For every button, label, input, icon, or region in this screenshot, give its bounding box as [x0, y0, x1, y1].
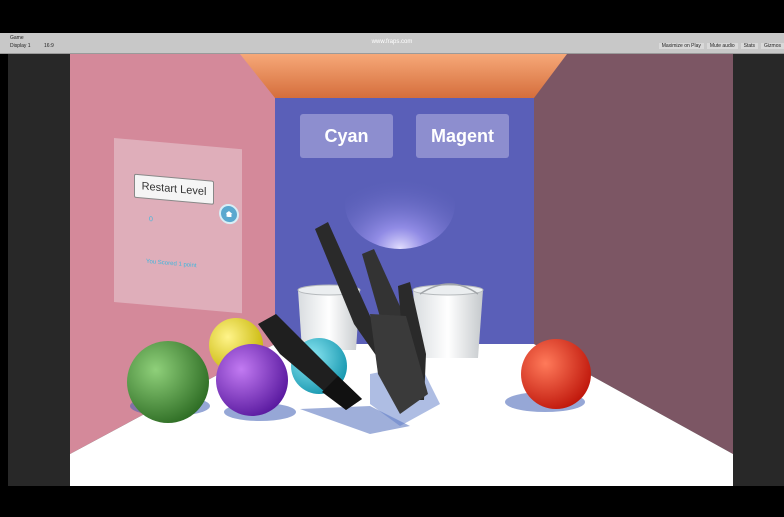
magent-button[interactable]: Magent — [416, 114, 509, 158]
editor-toolbar: Game Display 1 16:9 www.fraps.com Maximi… — [0, 33, 784, 54]
home-icon[interactable] — [219, 203, 239, 225]
gizmos-button[interactable]: Gizmos — [761, 43, 784, 49]
toolbar-right-buttons: Maximize on Play Mute audio Stats Gizmos — [658, 43, 784, 49]
maximize-on-play-button[interactable]: Maximize on Play — [658, 43, 704, 49]
mute-audio-button[interactable]: Mute audio — [706, 43, 738, 49]
right-letterbox — [733, 54, 784, 486]
wall-ui-panel: Restart Level 0 You Scored 1 point — [114, 138, 242, 314]
stats-button[interactable]: Stats — [740, 43, 759, 49]
ceiling — [240, 54, 567, 98]
restart-level-button[interactable]: Restart Level — [134, 173, 214, 205]
red-ball[interactable] — [521, 339, 591, 409]
purple-ball[interactable] — [216, 344, 288, 416]
score-text: You Scored 1 point — [146, 258, 197, 270]
score-value: 0 — [149, 216, 153, 224]
green-ball[interactable] — [127, 341, 209, 423]
cyan-button[interactable]: Cyan — [300, 114, 393, 158]
spotlight-glow — [345, 159, 455, 249]
left-letterbox — [8, 54, 70, 486]
game-viewport[interactable]: Cyan Magent Restart Level 0 You Scored 1… — [70, 54, 733, 486]
